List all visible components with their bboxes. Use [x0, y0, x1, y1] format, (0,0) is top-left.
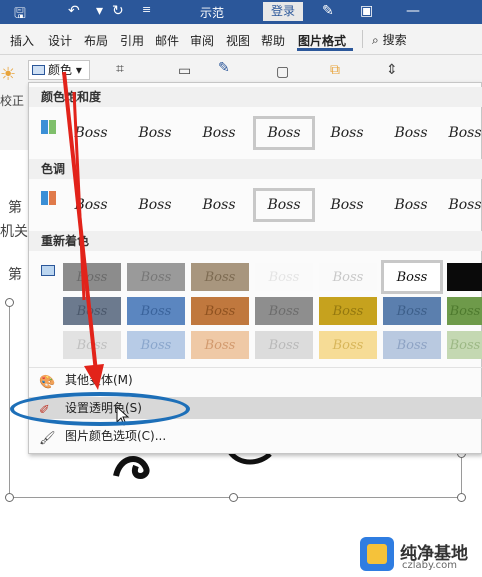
- section-header-recolor: 重新着色: [29, 231, 482, 251]
- recolor-option[interactable]: Boss: [127, 263, 185, 291]
- tone-option-selected[interactable]: Boss: [253, 188, 315, 222]
- recolor-option[interactable]: Boss: [319, 331, 377, 359]
- picture-border-icon[interactable]: ✎: [218, 60, 230, 76]
- doc-text-3: 第: [8, 267, 22, 283]
- watermark-logo: [360, 537, 394, 571]
- palette-icon: 🎨: [39, 375, 56, 390]
- tab-help[interactable]: 帮助: [261, 32, 285, 49]
- login-button[interactable]: 登录: [263, 2, 303, 21]
- tone-option[interactable]: Boss: [63, 190, 119, 220]
- undo-dropdown-icon[interactable]: ▾: [96, 3, 103, 19]
- recolor-option[interactable]: Boss: [63, 263, 121, 291]
- resize-handle[interactable]: [457, 493, 466, 502]
- recolor-option[interactable]: Boss: [319, 297, 377, 325]
- tab-picture-format[interactable]: 图片格式: [298, 32, 346, 49]
- tab-layout[interactable]: 布局: [84, 32, 108, 49]
- recolor-option[interactable]: Boss: [191, 331, 249, 359]
- pen-icon[interactable]: ✎: [322, 3, 334, 19]
- resize-handle[interactable]: [229, 493, 238, 502]
- saturation-option[interactable]: Boss: [63, 118, 119, 148]
- search-box[interactable]: ⌕ 搜索: [372, 31, 407, 48]
- tone-option[interactable]: Boss: [319, 190, 375, 220]
- tone-option[interactable]: Boss: [127, 190, 183, 220]
- color-swatch-icon: [32, 65, 45, 75]
- recolor-option[interactable]: Boss: [383, 297, 441, 325]
- ribbon-tabs: 插入 设计 布局 引用 邮件 审阅 视图 帮助 图片格式: [0, 24, 482, 55]
- recolor-option[interactable]: Boss: [447, 297, 482, 325]
- tab-references[interactable]: 引用: [120, 32, 144, 49]
- picture-color-options-item[interactable]: 🖌 图片颜色选项(C)...: [29, 425, 482, 447]
- corrections-icon[interactable]: ☀: [0, 64, 16, 85]
- section-header-saturation: 颜色饱和度: [29, 87, 482, 107]
- recolor-option[interactable]: Boss: [447, 331, 482, 359]
- document-title: 示范: [200, 6, 225, 20]
- more-variants-item[interactable]: 🎨 其他变体(M): [29, 369, 482, 391]
- resize-handle[interactable]: [5, 493, 14, 502]
- picture-styles-icon[interactable]: ▭: [178, 63, 191, 79]
- saturation-option[interactable]: Boss: [447, 118, 482, 148]
- tone-option[interactable]: Boss: [191, 190, 247, 220]
- recolor-option[interactable]: Boss: [191, 263, 249, 291]
- alt-text-icon[interactable]: ▢: [276, 64, 289, 80]
- search-icon: ⌕: [372, 33, 379, 47]
- doc-text-1: 第: [8, 200, 22, 216]
- compress-pictures-icon[interactable]: ⌗: [116, 61, 124, 77]
- saturation-option[interactable]: Boss: [127, 118, 183, 148]
- corrections-label: 校正: [0, 94, 25, 108]
- saturation-option[interactable]: Boss: [319, 118, 375, 148]
- color-button[interactable]: 颜色 ▾: [28, 60, 90, 80]
- recolor-option[interactable]: Boss: [255, 297, 313, 325]
- highlight-ellipse: [10, 392, 190, 426]
- tone-option[interactable]: Boss: [383, 190, 439, 220]
- recolor-option[interactable]: Boss: [191, 297, 249, 325]
- tone-option[interactable]: Boss: [447, 190, 482, 220]
- tab-review[interactable]: 审阅: [190, 32, 214, 49]
- tone-row-icon: [41, 191, 57, 205]
- tab-insert[interactable]: 插入: [10, 32, 34, 49]
- recolor-option[interactable]: Boss: [255, 263, 313, 291]
- recolor-option-selected[interactable]: Boss: [381, 260, 443, 294]
- tab-mailings[interactable]: 邮件: [155, 32, 179, 49]
- active-tab-indicator: [297, 48, 353, 51]
- saturation-row-icon: [41, 120, 57, 134]
- search-label: 搜索: [382, 33, 407, 47]
- image-selection-border: [9, 302, 10, 498]
- undo-icon[interactable]: ↶: [68, 3, 80, 19]
- picture-color-options-icon: 🖌: [39, 431, 56, 446]
- watermark-subtitle: czlaby.com: [402, 560, 458, 571]
- redo-icon[interactable]: ↻: [112, 3, 124, 19]
- saturation-option[interactable]: Boss: [191, 118, 247, 148]
- recolor-option[interactable]: Boss: [127, 297, 185, 325]
- tab-view[interactable]: 视图: [226, 32, 250, 49]
- color-button-label: 颜色: [48, 63, 73, 77]
- section-header-tone: 色调: [29, 159, 482, 179]
- picture-color-options-label: 图片颜色选项(C)...: [65, 429, 167, 443]
- tab-design[interactable]: 设计: [48, 32, 72, 49]
- recolor-option[interactable]: Boss: [319, 263, 377, 291]
- menu-divider: [29, 367, 482, 368]
- recolor-option[interactable]: Boss: [63, 297, 121, 325]
- recolor-option[interactable]: Boss: [127, 331, 185, 359]
- saturation-option-selected[interactable]: Boss: [253, 116, 315, 150]
- resize-handle[interactable]: [5, 298, 14, 307]
- ribbon-display-icon[interactable]: ▣: [360, 3, 373, 19]
- recolor-option[interactable]: Boss: [63, 331, 121, 359]
- recolor-option[interactable]: Boss: [255, 331, 313, 359]
- tabs-separator: [362, 30, 363, 48]
- doc-text-2: 机关: [0, 224, 28, 240]
- recolor-option[interactable]: [447, 263, 482, 291]
- chevron-down-icon: ▾: [75, 63, 82, 77]
- title-bar: 🖫 ↶ ▾ ↻ ≡ 示范 登录 ✎ ▣ —: [0, 0, 482, 24]
- recolor-row-icon: [41, 265, 55, 276]
- minimize-icon[interactable]: —: [406, 3, 420, 19]
- recolor-option[interactable]: Boss: [383, 331, 441, 359]
- more-variants-label: 其他变体(M): [65, 373, 133, 387]
- image-selection-border-right: [461, 454, 462, 498]
- crop-icon[interactable]: ⇕: [386, 62, 398, 78]
- customize-qat-icon[interactable]: ≡: [142, 3, 151, 16]
- bring-forward-icon[interactable]: ⧉: [330, 62, 340, 78]
- saturation-option[interactable]: Boss: [383, 118, 439, 148]
